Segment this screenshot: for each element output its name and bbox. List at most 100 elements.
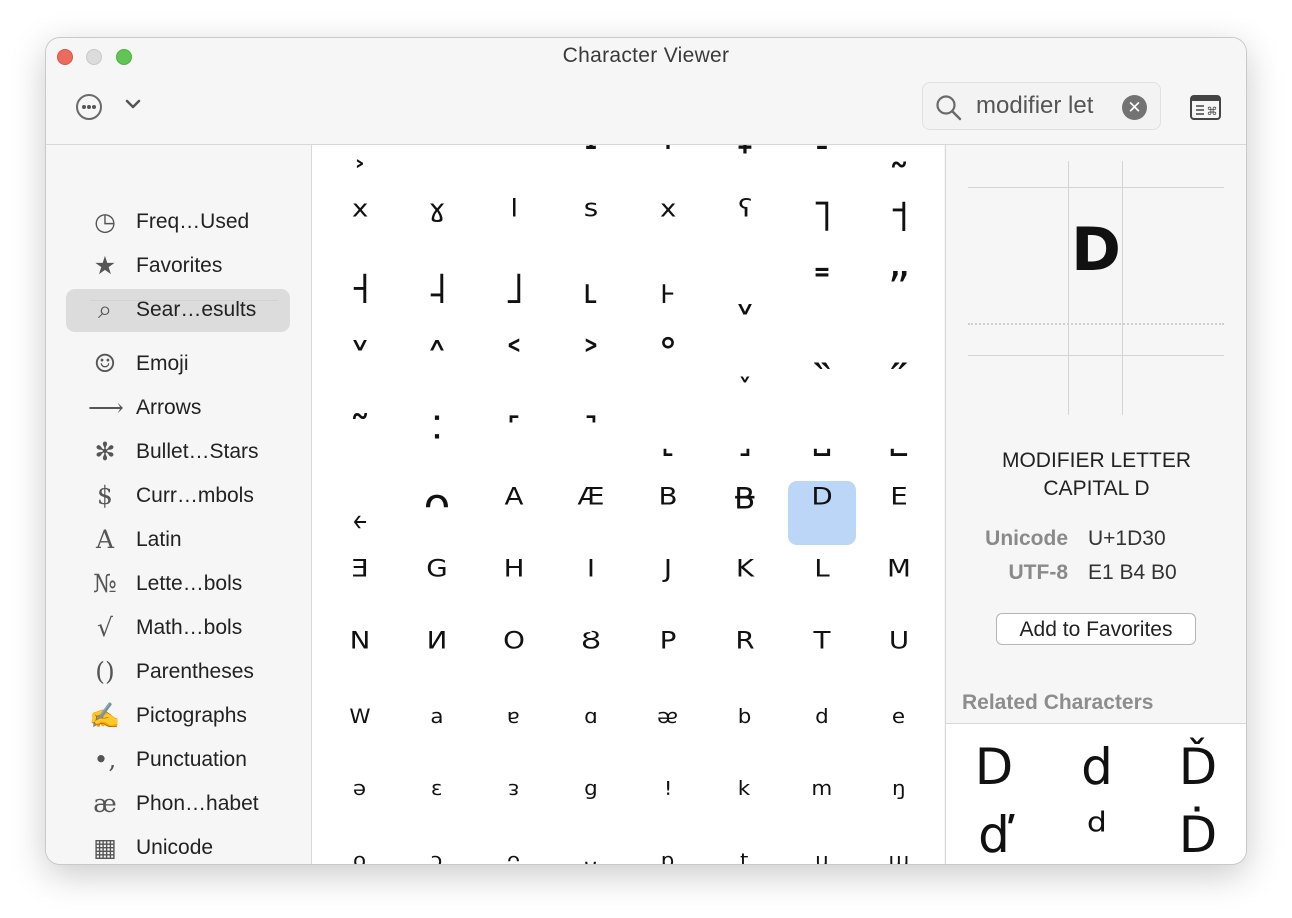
- sidebar-item-punctuation[interactable]: •, Punctuation: [66, 739, 290, 782]
- character-cell[interactable]: ᵗ: [711, 841, 779, 864]
- character-cell[interactable]: ᵖ: [634, 841, 702, 864]
- character-cell[interactable]: ᴭ: [557, 479, 625, 545]
- sidebar-item-parentheses[interactable]: () Parentheses: [66, 651, 290, 694]
- sidebar-item-letterlike-symbols[interactable]: № Lette…bols: [66, 563, 290, 606]
- sidebar-item-emoji[interactable]: ☺ Emoji: [66, 343, 290, 386]
- character-cell[interactable]: ᵊ: [326, 769, 394, 833]
- character-cell[interactable]: ᴴ: [480, 551, 548, 617]
- character-cell[interactable]: ˷: [865, 145, 933, 185]
- character-cell[interactable]: ᴿ: [711, 623, 779, 689]
- character-cell[interactable]: ᴮ: [634, 479, 702, 545]
- character-cell[interactable]: ˠ: [403, 191, 471, 257]
- character-cell[interactable]: ˡ: [480, 191, 548, 257]
- sidebar-item-unicode[interactable]: ▦ Unicode: [66, 827, 290, 864]
- character-cell[interactable]: ˿: [326, 479, 394, 545]
- character-cell[interactable]: ˬ: [711, 263, 779, 329]
- character-cell[interactable]: ᵔ: [480, 841, 548, 864]
- character-cell[interactable]: ˗: [788, 145, 856, 185]
- character-cell[interactable]: ꜝ: [634, 769, 702, 833]
- search-input[interactable]: modifier let: [976, 92, 1116, 120]
- character-cell[interactable]: ˂: [480, 335, 548, 401]
- sidebar-item-frequently-used[interactable]: ◷ Freq…Used: [66, 201, 290, 244]
- character-cell[interactable]: ˃: [557, 335, 625, 401]
- chevron-down-icon[interactable]: [124, 94, 142, 114]
- character-cell[interactable]: ˥: [788, 191, 856, 257]
- sidebar-item-latin[interactable]: A Latin: [66, 519, 290, 562]
- character-cell[interactable]: ᵏ: [711, 769, 779, 833]
- character-cell[interactable]: ˪: [557, 263, 625, 329]
- character-cell[interactable]: ᵇ: [711, 697, 779, 761]
- character-cell[interactable]: ᵋ: [403, 769, 471, 833]
- character-cell[interactable]: ᵒ: [326, 841, 394, 864]
- sidebar-item-search-results[interactable]: ⌕ Sear…esults: [66, 289, 290, 332]
- character-cell[interactable]: ˽: [788, 407, 856, 473]
- character-cell[interactable]: ˧: [326, 263, 394, 329]
- character-cell[interactable]: ᴱ: [865, 479, 933, 545]
- character-cell[interactable]: ᴳ: [403, 551, 471, 617]
- character-cell[interactable]: ˲: [326, 145, 394, 185]
- character-cell[interactable]: ˤ: [711, 191, 779, 257]
- character-cell[interactable]: ˭: [788, 263, 856, 329]
- character-cell[interactable]: ᵅ: [557, 697, 625, 761]
- character-cell[interactable]: ᵃ: [403, 697, 471, 761]
- character-cell[interactable]: ᴹ: [865, 551, 933, 617]
- character-cell[interactable]: ᵄ: [480, 697, 548, 761]
- character-cell[interactable]: ˹: [480, 407, 548, 473]
- related-character[interactable]: d: [1057, 738, 1137, 796]
- sidebar-item-currency-symbols[interactable]: $ Curr…mbols: [66, 475, 290, 518]
- character-cell[interactable]: ᵐ: [788, 769, 856, 833]
- related-character[interactable]: Ď: [1158, 738, 1238, 796]
- sidebar-item-favorites[interactable]: ★ Favorites: [66, 245, 290, 288]
- character-cell-selected[interactable]: ᴰ: [788, 479, 856, 545]
- character-cell[interactable]: ˅: [326, 335, 394, 401]
- character-cell[interactable]: ˢ: [557, 191, 625, 257]
- character-cell[interactable]: ˦: [865, 191, 933, 257]
- character-cell[interactable]: ᵁ: [865, 623, 933, 689]
- character-cell[interactable]: ᵆ: [634, 697, 702, 761]
- character-cell[interactable]: ᴯ: [711, 479, 779, 545]
- character-cell[interactable]: ᵑ: [865, 769, 933, 833]
- character-cell[interactable]: ᵈ: [788, 697, 856, 761]
- character-cell[interactable]: ᴲ: [326, 551, 394, 617]
- sidebar-item-phonetic-alphabet[interactable]: æ Phon…habet: [66, 783, 290, 826]
- character-cell[interactable]: ˣ: [326, 191, 394, 257]
- sidebar-item-math-symbols[interactable]: √ Math…bols: [66, 607, 290, 650]
- character-cell[interactable]: ˚: [634, 335, 702, 401]
- character-cell[interactable]: ᴾ: [634, 623, 702, 689]
- sidebar-item-pictographs[interactable]: ✍ Pictographs: [66, 695, 290, 738]
- character-cell[interactable]: ᴶ: [634, 551, 702, 617]
- character-cell[interactable]: ˼: [711, 407, 779, 473]
- sidebar-item-arrows[interactable]: ⟶ Arrows: [66, 387, 290, 430]
- character-cell[interactable]: ˺: [557, 407, 625, 473]
- character-cell[interactable]: ᴷ: [711, 551, 779, 617]
- character-cell[interactable]: ᴵ: [557, 551, 625, 617]
- character-cell[interactable]: ˨: [403, 263, 471, 329]
- character-cell[interactable]: ᵚ: [865, 841, 933, 864]
- character-cell[interactable]: ˵: [788, 335, 856, 401]
- character-cell[interactable]: ˂: [480, 145, 548, 185]
- character-cell[interactable]: ᴸ: [788, 551, 856, 617]
- character-cell[interactable]: ᴻ: [403, 623, 471, 689]
- character-cell[interactable]: ᵀ: [788, 623, 856, 689]
- character-cell[interactable]: ᵌ: [480, 769, 548, 833]
- character-cell[interactable]: ˶: [865, 335, 933, 401]
- character-cell[interactable]: ᴬ: [480, 479, 548, 545]
- keyboard-viewer-icon[interactable]: ⌘: [1190, 95, 1221, 120]
- character-cell[interactable]: ˣ: [634, 191, 702, 257]
- character-cell[interactable]: ˯: [711, 335, 779, 401]
- character-cell[interactable]: ᴺ: [326, 623, 394, 689]
- character-cell[interactable]: ᵉ: [865, 697, 933, 761]
- more-options-button[interactable]: [76, 94, 102, 120]
- character-cell[interactable]: ˮ: [865, 263, 933, 329]
- character-cell[interactable]: ˜: [326, 407, 394, 473]
- character-cell[interactable]: ˩: [480, 263, 548, 329]
- character-cell[interactable]: ˖: [711, 145, 779, 185]
- character-cell[interactable]: ᵘ: [788, 841, 856, 864]
- character-cell[interactable]: ˻: [634, 407, 702, 473]
- related-character[interactable]: ᵈ: [1057, 802, 1137, 860]
- character-cell[interactable]: ᴽ: [557, 623, 625, 689]
- add-to-favorites-button[interactable]: Add to Favorites: [996, 613, 1196, 645]
- sidebar-item-bullets-stars[interactable]: ✻ Bullet…Stars: [66, 431, 290, 474]
- clear-search-icon[interactable]: ✕: [1122, 95, 1147, 120]
- character-cell[interactable]: ˃: [403, 145, 471, 185]
